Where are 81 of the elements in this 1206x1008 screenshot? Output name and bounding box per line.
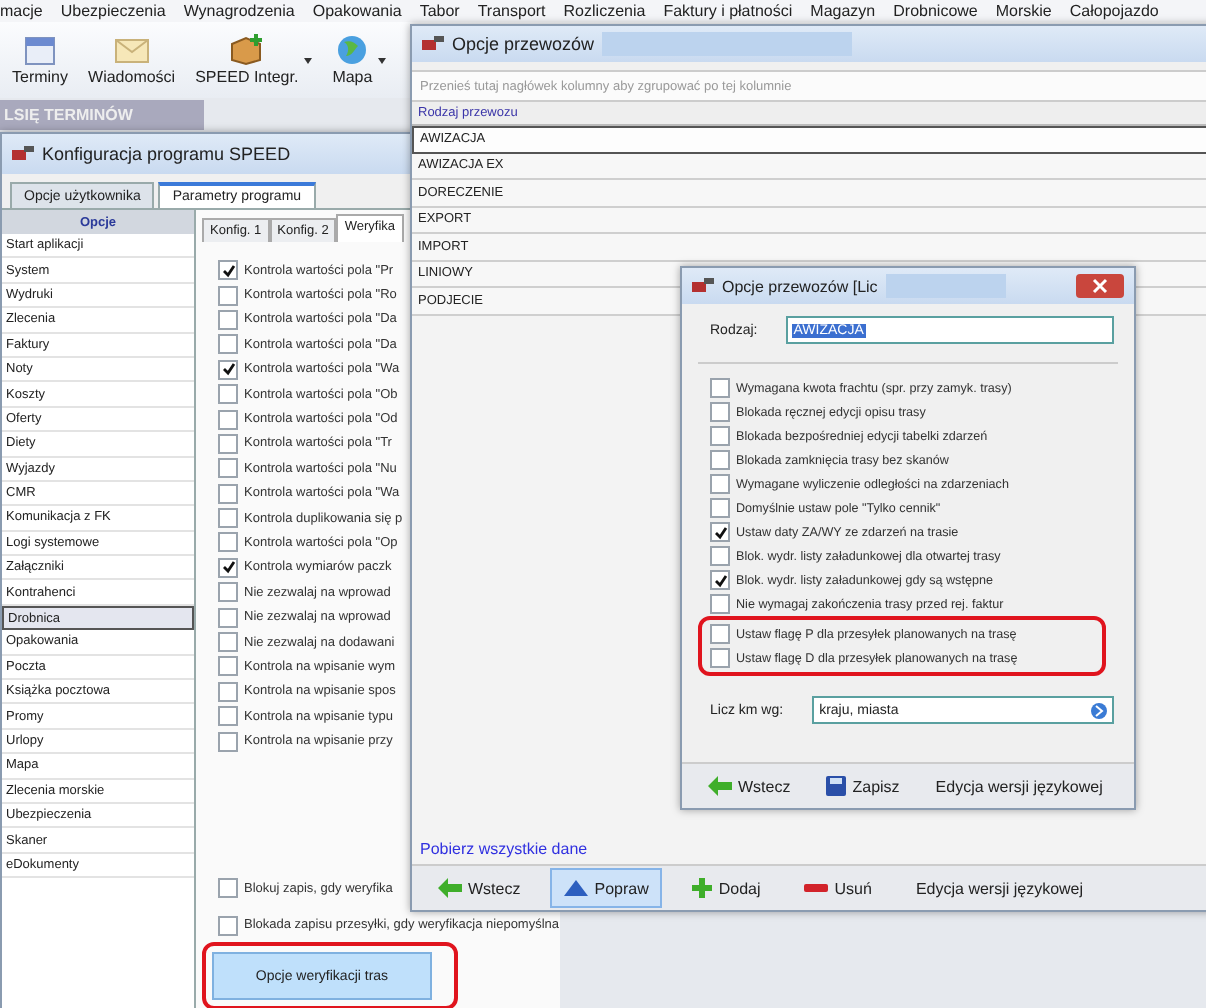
floppy-icon	[826, 776, 847, 796]
blurred-bar	[885, 274, 1006, 298]
checkbox[interactable]	[218, 915, 238, 936]
checkbox[interactable]	[710, 426, 730, 446]
checkbox[interactable]	[710, 648, 730, 668]
plus-icon	[692, 878, 713, 898]
checkbox[interactable]	[710, 450, 730, 470]
checkbox[interactable]	[218, 359, 238, 380]
toolbar-button[interactable]: Dodaj	[678, 868, 775, 908]
menu-item[interactable]: Wynagrodzenia	[183, 2, 295, 20]
load-all-link[interactable]: Pobierz wszystkie dane	[412, 834, 1206, 864]
checkbox[interactable]	[710, 378, 730, 398]
checkbox[interactable]	[218, 656, 238, 677]
checkbox[interactable]	[218, 532, 238, 553]
section-header: LSIĘ TERMINÓW	[0, 100, 204, 130]
checkbox[interactable]	[218, 607, 238, 628]
menu-item[interactable]: Drobnicowe	[893, 2, 978, 20]
checkbox[interactable]	[218, 458, 238, 479]
close-icon[interactable]	[1076, 274, 1124, 298]
checkbox[interactable]	[218, 508, 238, 529]
checkbox[interactable]	[218, 632, 238, 653]
checkbox[interactable]	[218, 260, 238, 281]
checkbox[interactable]	[218, 483, 238, 504]
menu-item[interactable]: Opakowania	[312, 2, 402, 20]
menu-item[interactable]: Całopojazdo	[1069, 2, 1159, 20]
toolbar-button[interactable]: Zapisz	[812, 766, 914, 806]
triangle-icon	[564, 880, 589, 896]
checkbox[interactable]	[218, 384, 238, 405]
toolbar-button[interactable]: Mapa	[332, 34, 387, 86]
toolbar-button[interactable]: Usuń	[790, 868, 886, 908]
menu-item[interactable]: Magazyn	[810, 2, 876, 20]
menu-item[interactable]: Morskie	[995, 2, 1052, 20]
checkbox[interactable]	[218, 582, 238, 603]
app-icon	[12, 146, 34, 162]
arrow-left-icon	[438, 878, 462, 898]
app-icon	[422, 36, 444, 52]
window-title: Opcje przewozów	[452, 34, 595, 54]
caret-icon	[304, 57, 313, 63]
menu-item[interactable]: Tabor	[419, 2, 460, 20]
window-title: Konfiguracja programu SPEED	[42, 144, 291, 164]
checkbox[interactable]	[218, 878, 238, 899]
checkbox[interactable]	[710, 570, 730, 590]
menu-item[interactable]: Faktury i płatności	[663, 2, 793, 20]
checkbox[interactable]	[218, 433, 238, 454]
menu-item[interactable]: macje	[0, 2, 43, 20]
checkbox[interactable]	[710, 402, 730, 422]
menu-item[interactable]: Rozliczenia	[563, 2, 646, 20]
toolbar-button[interactable]: SPEED Integr.	[195, 34, 313, 86]
globe-icon	[336, 34, 369, 66]
app-icon	[692, 278, 714, 294]
checkbox[interactable]	[218, 681, 238, 702]
checkbox[interactable]	[218, 285, 238, 306]
checkbox[interactable]	[710, 594, 730, 614]
calendar-icon	[24, 34, 56, 66]
toolbar-button[interactable]: Edycja wersji językowej	[901, 868, 1098, 908]
toolbar-button[interactable]: Wstecz	[694, 766, 805, 806]
refresh-icon[interactable]	[1090, 701, 1108, 719]
checkbox[interactable]	[710, 624, 730, 644]
envelope-icon	[113, 34, 150, 66]
menu-item[interactable]: Ubezpieczenia	[60, 2, 166, 20]
toolbar-button[interactable]: Wiadomości	[88, 34, 176, 86]
checkbox[interactable]	[218, 409, 238, 430]
checkbox[interactable]	[218, 309, 238, 330]
checkbox[interactable]	[710, 522, 730, 542]
checkbox[interactable]	[218, 731, 238, 752]
checkbox[interactable]	[710, 546, 730, 566]
minus-icon	[804, 884, 829, 892]
box-icon	[228, 34, 265, 66]
menu-item[interactable]: Transport	[477, 2, 546, 20]
checkbox[interactable]	[710, 498, 730, 518]
checkbox[interactable]	[710, 474, 730, 494]
window-title: Opcje przewozów [Lic	[722, 277, 878, 295]
caret-icon	[378, 57, 387, 63]
checkbox[interactable]	[218, 334, 238, 355]
toolbar-button[interactable]: Terminy	[12, 34, 69, 86]
toolbar-button[interactable]: Edycja wersji językowej	[921, 766, 1117, 806]
arrow-left-icon	[708, 776, 732, 796]
toolbar-button[interactable]: Wstecz	[424, 868, 535, 908]
toolbar-button[interactable]: Popraw	[550, 868, 663, 908]
checkbox[interactable]	[218, 706, 238, 727]
checkbox[interactable]	[218, 557, 238, 578]
